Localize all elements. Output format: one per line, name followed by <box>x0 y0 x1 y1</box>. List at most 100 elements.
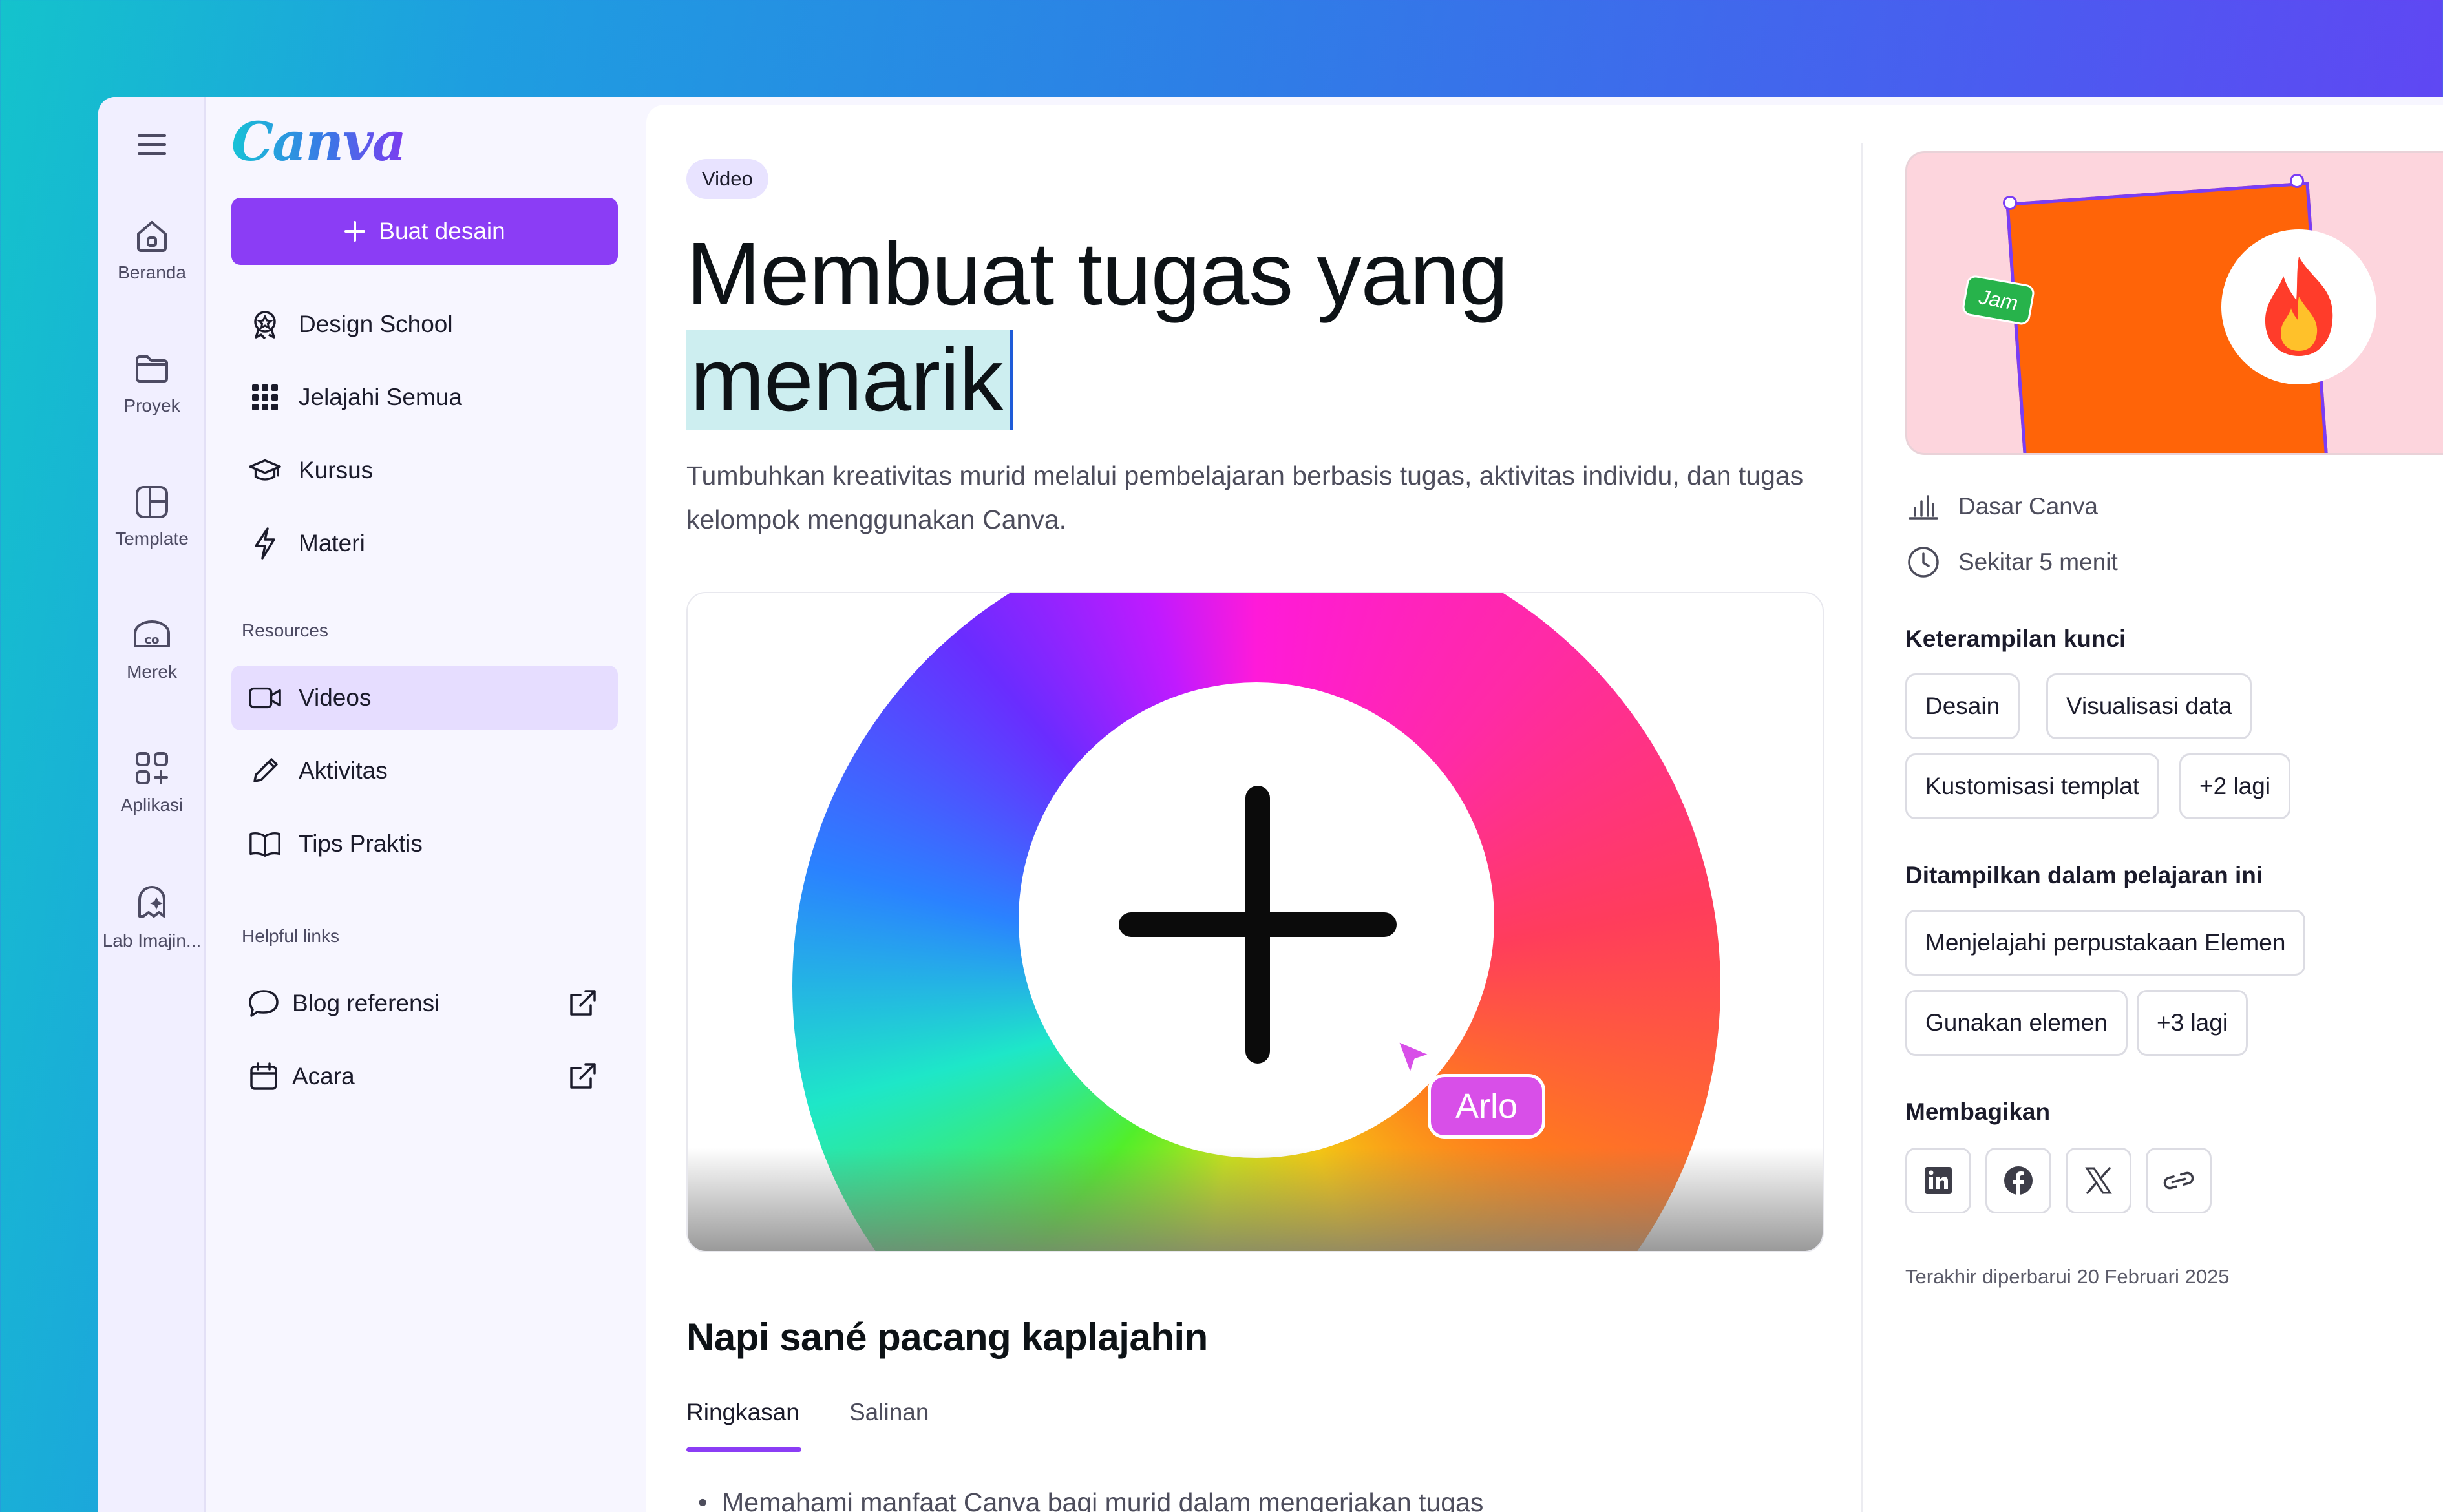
external-link-icon <box>570 990 596 1016</box>
page-description: Tumbuhkan kreativitas murid melalui pemb… <box>686 461 1804 534</box>
title-highlight: menarik <box>686 330 1013 430</box>
sidebar-item-label: Kursus <box>299 457 374 483</box>
share-linkedin-button[interactable] <box>1905 1148 1971 1213</box>
page-title: Membuat tugas yang menarik <box>686 221 1720 433</box>
x-icon <box>2085 1167 2112 1194</box>
share-facebook-button[interactable] <box>1985 1148 2051 1213</box>
link-icon <box>2163 1171 2194 1190</box>
sidebar-item-videos[interactable]: Videos <box>231 666 618 730</box>
sidebar-item-courses[interactable]: Kursus <box>231 438 618 503</box>
title-line-1: Membuat tugas yang <box>686 224 1508 324</box>
award-icon <box>254 311 276 340</box>
plus-icon <box>344 221 366 242</box>
rail-item-magic-lab[interactable]: Lab Imajin... <box>98 883 206 951</box>
grid-icon <box>252 384 278 410</box>
more-featured-chip[interactable]: +3 lagi <box>2137 990 2248 1056</box>
more-skills-chip[interactable]: +2 lagi <box>2179 753 2291 819</box>
sidebar-item-design-school[interactable]: Design School <box>231 292 618 357</box>
brand-icon: co <box>134 620 170 647</box>
sidebar-item-materials[interactable]: Materi <box>231 511 618 576</box>
sidebar-item-label: Tips Praktis <box>299 830 423 857</box>
lesson-duration: Sekitar 5 menit <box>1905 545 2118 579</box>
thumbnail-badge-circle <box>2221 229 2376 384</box>
summary-list-item: • Memahami manfaat Canva bagi murid dala… <box>698 1487 1483 1512</box>
panel-divider <box>1861 143 1863 1512</box>
tab-transcript[interactable]: Salinan <box>849 1399 929 1426</box>
rail-label-home: Beranda <box>118 262 186 282</box>
rail-label-magic-lab: Lab Imajin... <box>102 930 202 950</box>
sidebar-item-explore-all[interactable]: Jelajahi Semua <box>231 365 618 430</box>
app-window: Beranda Proyek Template co Merek Aplikas… <box>98 97 2443 1512</box>
linkedin-icon <box>1925 1167 1952 1194</box>
folder-icon <box>136 355 168 383</box>
selection-handle <box>2003 196 2017 210</box>
canva-logo[interactable]: Canva <box>231 111 407 173</box>
template-icon <box>136 486 168 518</box>
rail-item-home[interactable]: Beranda <box>98 217 206 283</box>
chat-bubble-icon <box>249 990 279 1017</box>
featured-heading: Ditampilkan dalam pelajaran ini <box>1905 862 2263 888</box>
open-book-icon <box>249 832 280 857</box>
skill-chip[interactable]: Visualisasi data <box>2046 673 2252 739</box>
lesson-duration-text: Sekitar 5 menit <box>1958 549 2118 575</box>
create-design-button[interactable]: Buat desain <box>231 198 618 265</box>
external-link-icon <box>570 1063 596 1089</box>
lesson-thumbnail: Jam <box>1905 151 2443 455</box>
sidebar-item-label: Jelajahi Semua <box>299 384 462 410</box>
last-updated-text: Terakhir diperbarui 20 Februari 2025 <box>1905 1265 2230 1288</box>
lesson-level: Dasar Canva <box>1905 492 2098 521</box>
resources-heading: Resources <box>242 620 328 640</box>
rail-item-apps[interactable]: Aplikasi <box>98 750 206 815</box>
lightning-icon <box>255 527 275 560</box>
rail-label-projects: Proyek <box>123 395 180 415</box>
hamburger-icon <box>138 134 166 155</box>
tab-summary[interactable]: Ringkasan <box>686 1399 799 1426</box>
skill-chip[interactable]: Desain <box>1905 673 2020 739</box>
rail-label-brand: Merek <box>127 662 177 682</box>
sidebar-item-tips[interactable]: Tips Praktis <box>231 812 618 876</box>
share-x-button[interactable] <box>2066 1148 2131 1213</box>
collaborator-cursor-icon <box>1396 1039 1432 1076</box>
magic-lab-icon <box>138 886 165 918</box>
facebook-icon <box>2004 1166 2033 1195</box>
sidebar-item-events[interactable]: Acara <box>231 1044 618 1109</box>
sidebar-item-label: Acara <box>292 1063 355 1089</box>
video-bottom-gradient <box>688 1148 1823 1251</box>
rail-item-templates[interactable]: Template <box>98 483 206 549</box>
key-skills-heading: Keterampilan kunci <box>1905 625 2126 652</box>
video-player[interactable]: Arlo <box>686 592 1824 1252</box>
graduation-cap-icon <box>249 459 281 481</box>
home-icon <box>137 221 167 252</box>
icon-rail: Beranda Proyek Template co Merek Aplikas… <box>98 97 206 1512</box>
featured-chip[interactable]: Gunakan elemen <box>1905 990 2128 1056</box>
helpful-links-heading: Helpful links <box>242 926 339 946</box>
sidebar-item-blog[interactable]: Blog referensi <box>231 971 618 1036</box>
collaborator-name-tag: Arlo <box>1428 1074 1546 1139</box>
rail-item-projects[interactable]: Proyek <box>98 350 206 416</box>
featured-chip[interactable]: Menjelajahi perpustakaan Elemen <box>1905 910 2306 976</box>
sidebar-item-label: Aktivitas <box>299 757 388 784</box>
create-design-label: Buat desain <box>379 218 505 244</box>
copy-link-button[interactable] <box>2146 1148 2212 1213</box>
calendar-icon <box>250 1062 277 1090</box>
sidebar-item-activities[interactable]: Aktivitas <box>231 739 618 803</box>
content-type-badge: Video <box>686 159 768 199</box>
rail-item-brand[interactable]: co Merek <box>98 616 206 682</box>
svg-text:co: co <box>144 633 159 647</box>
video-camera-icon <box>249 687 281 709</box>
skill-chip[interactable]: Kustomisasi templat <box>1905 753 2160 819</box>
sidebar-item-label: Design School <box>299 311 453 337</box>
fire-icon <box>2265 257 2333 356</box>
selection-handle <box>2290 174 2304 188</box>
apps-icon <box>136 752 168 784</box>
rail-label-apps: Aplikasi <box>120 795 184 815</box>
rail-label-templates: Template <box>115 529 189 549</box>
bar-chart-icon <box>1909 495 1938 520</box>
lesson-level-text: Dasar Canva <box>1958 493 2098 520</box>
clock-icon <box>1908 547 1939 578</box>
summary-text: Memahami manfaat Canva bagi murid dalam … <box>722 1487 1484 1512</box>
learning-section-title: Napi sané pacang kaplajahin <box>686 1316 1208 1359</box>
share-heading: Membagikan <box>1905 1098 2051 1125</box>
main-content: Video Membuat tugas yang menarik Tumbuhk… <box>646 105 2443 1512</box>
menu-button[interactable] <box>98 132 206 158</box>
